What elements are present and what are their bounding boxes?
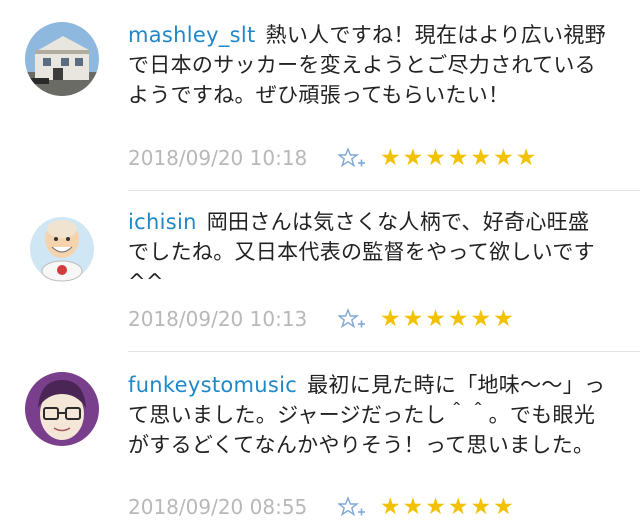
comment-username[interactable]: mashley_slt (128, 23, 256, 47)
star-plus-icon[interactable] (338, 147, 366, 169)
glasses-face-avatar (25, 372, 99, 446)
star-rating: ★★★★★★ (380, 494, 516, 520)
star-rating: ★★★★★★★ (380, 145, 539, 171)
user-avatar[interactable] (25, 372, 99, 446)
user-avatar[interactable] (25, 22, 99, 96)
comment-username[interactable]: ichisin (128, 210, 197, 234)
comment-meta: 2018/09/20 08:55 ★★★★★★ (128, 492, 516, 522)
comment-item: mashley_slt 熱い人ですね！現在はより広い視野で日本のサッカーを変えよう… (0, 0, 640, 188)
cartoon-old-man-avatar (25, 209, 99, 283)
comment-meta: 2018/09/20 10:13 ★★★★★★ (128, 304, 516, 334)
comment-meta: 2018/09/20 10:18 ★★★★★★★ (128, 143, 538, 173)
star-plus-icon[interactable] (338, 308, 366, 330)
comment-timestamp: 2018/09/20 08:55 (128, 495, 308, 519)
comment-body: funkeystomusic 最初に見た時に「地味〜〜」って思いました。ジャージだ… (128, 370, 610, 460)
comment-body: mashley_slt 熱い人ですね！現在はより広い視野で日本のサッカーを変えよう… (128, 20, 610, 110)
comment-item: ichisin 岡田さんは気さくな人柄で、好奇心旺盛でしたね。又日本代表の監督をや… (0, 191, 640, 351)
house-photo-avatar (25, 22, 99, 96)
comment-timestamp: 2018/09/20 10:13 (128, 307, 308, 331)
star-rating: ★★★★★★ (380, 306, 516, 332)
comment-text: 岡田さんは気さくな人柄で、好奇心旺盛でしたね。又日本代表の監督をやって欲しいです… (128, 210, 595, 294)
comment-body: ichisin 岡田さんは気さくな人柄で、好奇心旺盛でしたね。又日本代表の監督をや… (128, 207, 610, 297)
comment-timestamp: 2018/09/20 10:18 (128, 146, 308, 170)
comment-username[interactable]: funkeystomusic (128, 373, 297, 397)
star-plus-icon[interactable] (338, 496, 366, 518)
comment-item: funkeystomusic 最初に見た時に「地味〜〜」って思いました。ジャージだ… (0, 352, 640, 522)
user-avatar[interactable] (25, 209, 99, 283)
